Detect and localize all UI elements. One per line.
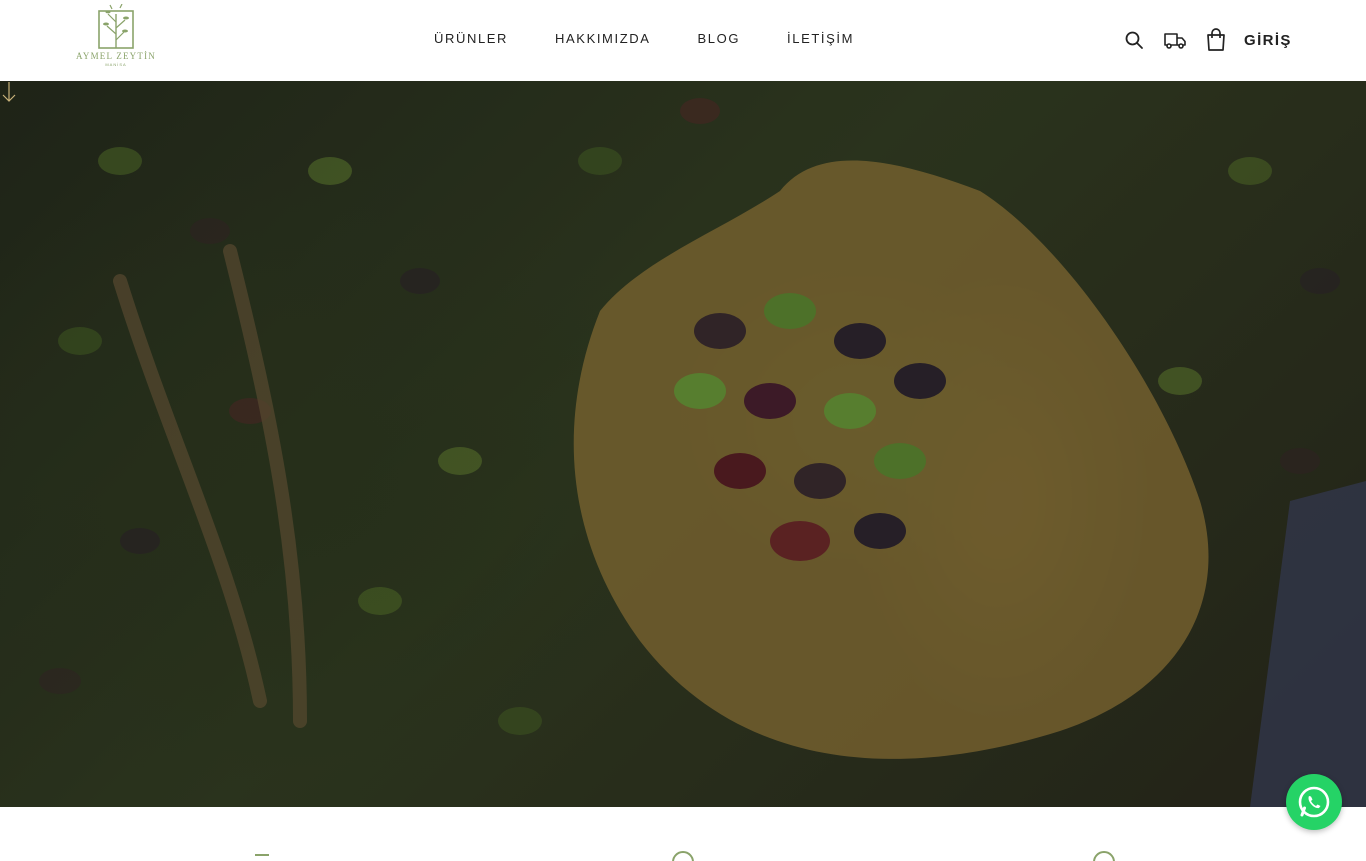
search-button[interactable] (1122, 28, 1146, 52)
brand-name: AYMEL ZEYTİN (76, 51, 156, 61)
hero-banner (0, 81, 1366, 807)
arrow-down-icon[interactable] (0, 81, 18, 103)
search-icon (1125, 31, 1143, 49)
login-link[interactable]: GİRİŞ (1244, 32, 1292, 49)
brand-tagline: MANİSA (105, 62, 127, 67)
nav-item-contact[interactable]: İLETİŞİM (787, 31, 854, 46)
header-actions: GİRİŞ (1122, 28, 1292, 52)
truck-icon (1164, 33, 1186, 49)
feature-icon (672, 851, 694, 861)
nav-item-about[interactable]: HAKKIMIZDA (555, 31, 650, 46)
nav-item-blog[interactable]: BLOG (698, 31, 741, 46)
whatsapp-icon (1298, 786, 1330, 818)
main-nav: ÜRÜNLER HAKKIMIZDA BLOG İLETİŞİM (434, 31, 901, 46)
shopping-bag-icon (1207, 28, 1225, 51)
olive-branch-logo-icon (98, 4, 134, 49)
feature-icon (255, 854, 269, 856)
whatsapp-chat-button[interactable] (1286, 774, 1342, 830)
nav-item-products[interactable]: ÜRÜNLER (434, 31, 508, 46)
hero-dim-overlay (0, 81, 1366, 807)
features-strip (0, 807, 1366, 861)
cart-button[interactable] (1204, 28, 1228, 52)
order-tracking-button[interactable] (1163, 28, 1187, 52)
feature-icon (1093, 851, 1115, 861)
brand-logo[interactable]: AYMEL ZEYTİN MANİSA (76, 4, 156, 72)
site-header: AYMEL ZEYTİN MANİSA ÜRÜNLER HAKKIMIZDA B… (0, 0, 1366, 81)
